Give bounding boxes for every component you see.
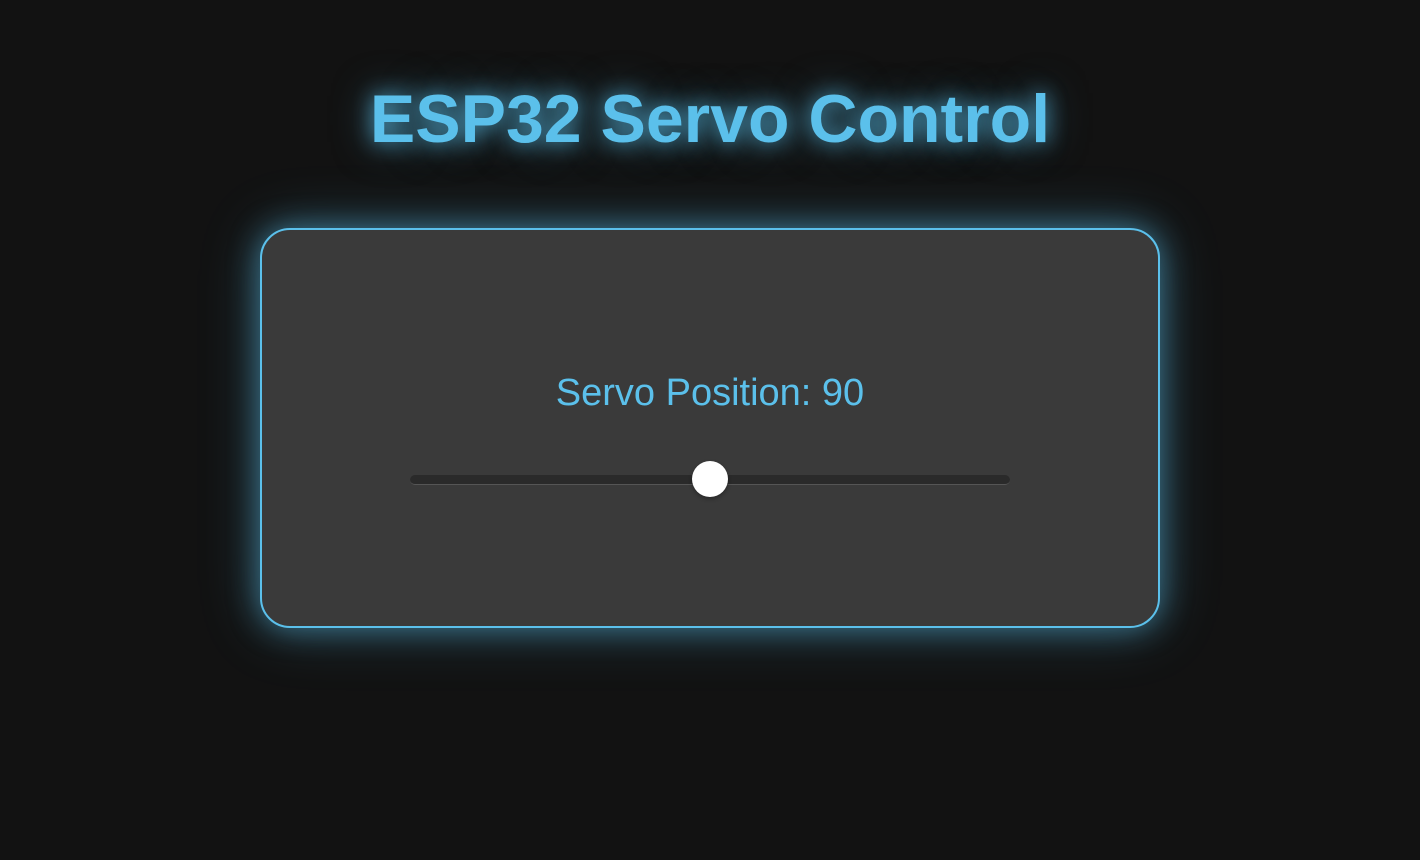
page-title: ESP32 Servo Control [370, 80, 1050, 158]
position-value: 90 [822, 372, 864, 414]
position-label-prefix: Servo Position: [556, 372, 822, 414]
servo-slider[interactable] [410, 475, 1010, 485]
servo-control-panel: Servo Position: 90 [260, 228, 1160, 628]
servo-position-label: Servo Position: 90 [556, 372, 864, 415]
